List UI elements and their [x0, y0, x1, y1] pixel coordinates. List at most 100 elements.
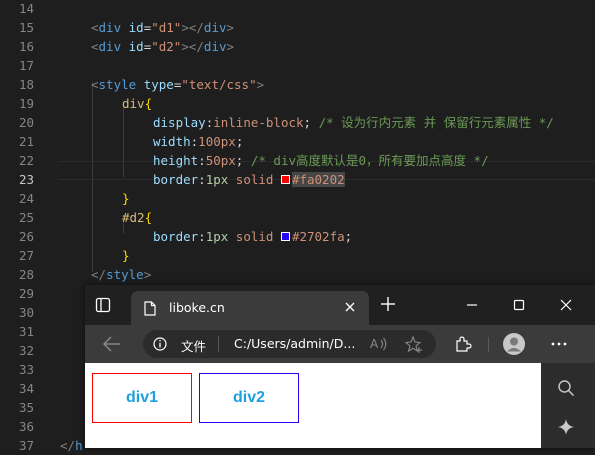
tab-actions-icon[interactable]: [95, 297, 111, 313]
code-line[interactable]: 23 border:1px solid #fa0202: [0, 170, 595, 189]
line-number: 33: [18, 362, 34, 377]
site-info-label[interactable]: 文件: [181, 336, 206, 355]
tag-bracket: <: [91, 77, 99, 92]
code-text: width:100px;: [153, 132, 243, 151]
code-line[interactable]: 15 <div id="d1"></div>: [0, 18, 595, 37]
line-number: 27: [18, 248, 34, 263]
more-icon[interactable]: [551, 342, 567, 346]
url-text[interactable]: C:/Users/admin/D...: [234, 336, 355, 351]
line-number: 35: [18, 400, 34, 415]
title-bar: liboke.cn: [85, 285, 595, 325]
read-aloud-icon[interactable]: A: [370, 336, 388, 352]
attribute-name: id: [128, 39, 144, 54]
code-text: </h: [60, 436, 83, 455]
line-number: 22: [18, 153, 34, 168]
line-number: 15: [18, 20, 34, 35]
close-window-icon[interactable]: [557, 296, 575, 314]
css-value: 50px: [205, 153, 236, 168]
tag-bracket: >: [256, 77, 265, 92]
css-keyword: solid: [228, 172, 281, 187]
code-text: display:inline-block; /* 设为行内元素 并 保留行元素属…: [153, 113, 554, 132]
css-color-value: #2702fa: [291, 229, 345, 244]
tag-name: div: [203, 20, 227, 35]
code-text: div{: [122, 94, 152, 113]
line-number: 18: [18, 77, 34, 92]
new-tab-icon[interactable]: [381, 297, 395, 311]
tag-name: h: [75, 438, 83, 453]
semicolon: ;: [344, 229, 353, 244]
code-line[interactable]: 20 display:inline-block; /* 设为行内元素 并 保留行元…: [0, 113, 595, 132]
line-number: 14: [18, 1, 34, 16]
css-number: 1px: [205, 172, 229, 187]
search-icon[interactable]: [557, 379, 575, 397]
line-number: 24: [18, 191, 34, 206]
code-line[interactable]: 17: [0, 56, 595, 75]
line-number: 23: [18, 172, 34, 187]
minimize-icon[interactable]: [463, 296, 481, 314]
browser-tab[interactable]: liboke.cn: [131, 291, 369, 325]
tag-bracket: <: [91, 20, 99, 35]
code-line[interactable]: 21 width:100px;: [0, 132, 595, 151]
semicolon: ;: [303, 115, 312, 130]
div1-box: div1: [92, 373, 192, 423]
attribute-name: type: [143, 77, 174, 92]
attribute-value: "text/css": [181, 77, 257, 92]
info-icon[interactable]: [153, 337, 167, 351]
back-icon[interactable]: [103, 336, 121, 352]
css-property: border: [153, 172, 199, 187]
code-line[interactable]: 25 #d2{: [0, 208, 595, 227]
css-number: 1px: [205, 229, 229, 244]
code-line[interactable]: 16 <div id="d2"></div>: [0, 37, 595, 56]
url-field[interactable]: 文件 C:/Users/admin/D... A: [143, 330, 436, 358]
brace: {: [144, 96, 153, 111]
div2-box: div2: [199, 373, 299, 423]
css-value: 100px: [198, 134, 236, 149]
css-color-value: #fa0202: [291, 172, 345, 187]
add-favorite-icon[interactable]: [405, 336, 423, 353]
close-tab-icon[interactable]: [343, 300, 357, 314]
code-line[interactable]: 24}: [0, 189, 595, 208]
css-property: width: [153, 134, 191, 149]
code-line[interactable]: 22 height:50px; /* div高度默认是0，所有要加点高度 */: [0, 151, 595, 170]
css-value: inline-block: [213, 115, 304, 130]
semicolon: ;: [235, 134, 244, 149]
brace: {: [144, 210, 153, 225]
code-line[interactable]: 14: [0, 0, 595, 18]
copilot-icon[interactable]: [557, 418, 575, 436]
line-number: 34: [18, 381, 34, 396]
css-comment: /* 设为行内元素 并 保留行元素属性 */: [311, 115, 554, 130]
code-line[interactable]: 26 border:1px solid #2702fa;: [0, 227, 595, 246]
code-text: height:50px; /* div高度默认是0，所有要加点高度 */: [153, 151, 489, 170]
line-number: 25: [18, 210, 34, 225]
line-number: 31: [18, 324, 34, 339]
code-line[interactable]: 28 </style>: [0, 265, 595, 284]
profile-icon[interactable]: [503, 333, 525, 355]
code-line[interactable]: 18 <style type="text/css">: [0, 75, 595, 94]
brace: }: [122, 191, 130, 206]
tag-name: div: [98, 20, 122, 35]
tag-name: style: [98, 77, 137, 92]
line-number: 32: [18, 343, 34, 358]
color-swatch-icon[interactable]: [280, 232, 290, 241]
code-line[interactable]: 27}: [0, 246, 595, 265]
line-number: 20: [18, 115, 34, 130]
code-text: #d2{: [122, 208, 152, 227]
brace: }: [122, 248, 130, 263]
tag-bracket: ></: [181, 39, 204, 54]
tag-bracket: >: [143, 267, 152, 282]
tab-title: liboke.cn: [169, 300, 225, 315]
line-number: 21: [18, 134, 34, 149]
extensions-icon[interactable]: [454, 335, 472, 353]
line-number: 28: [18, 267, 34, 282]
color-swatch-icon[interactable]: [280, 175, 290, 184]
line-number: 29: [18, 286, 34, 301]
css-keyword: solid: [228, 229, 281, 244]
tag-bracket: </: [60, 438, 76, 453]
line-number: 19: [18, 96, 34, 111]
css-comment: /* div高度默认是0，所有要加点高度 */: [243, 153, 489, 168]
code-line[interactable]: 19 div{: [0, 94, 595, 113]
maximize-icon[interactable]: [510, 296, 528, 314]
code-text: <style type="text/css">: [91, 75, 264, 94]
tag-bracket: >: [226, 20, 235, 35]
browser-window: liboke.cn 文件 C:/Users/admin/D... A div1 …: [85, 285, 595, 448]
